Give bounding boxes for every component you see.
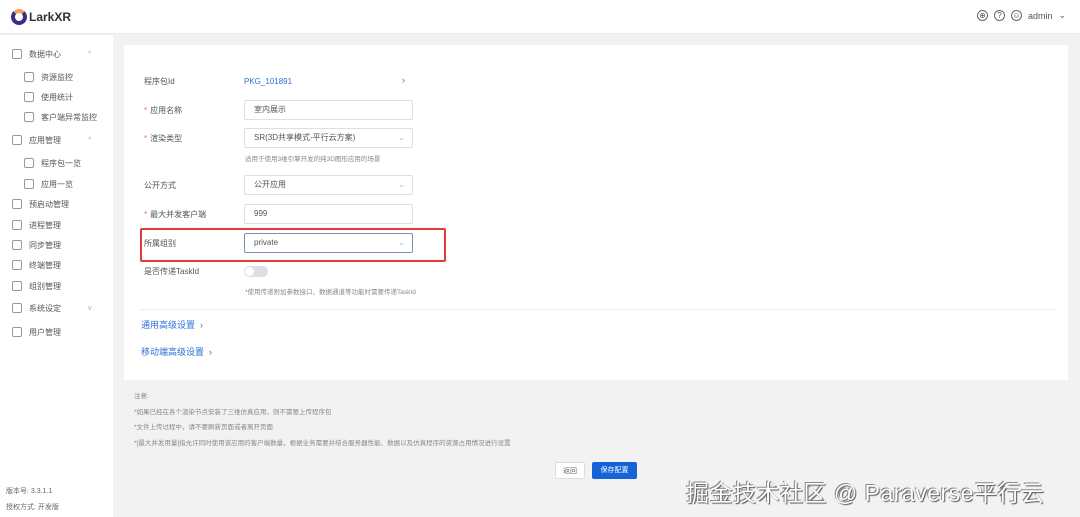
app-name-label: * 应用名称 <box>144 106 183 115</box>
sidebar-item[interactable]: 用户管理 <box>12 325 61 339</box>
help-icon[interactable]: ? <box>993 10 1005 21</box>
sidebar-item[interactable]: 组别管理 <box>12 279 61 293</box>
divider <box>140 309 1056 310</box>
render-type-label: * 渲染类型 <box>144 134 183 143</box>
form-card: 程序包Id PKG_101891 › * 应用名称 室内展示 * 渲染类型 SR(3… <box>124 45 1068 380</box>
menu-icon <box>24 112 34 122</box>
group-label: 所属组别 <box>144 239 176 248</box>
watermark: 掘金技术社区 @ Paraverse平行云 <box>686 480 1045 506</box>
public-select[interactable]: 公开应用 ⌄ <box>244 175 413 195</box>
menu-icon <box>12 49 22 59</box>
package-id-link[interactable]: PKG_101891 <box>244 77 292 86</box>
render-type-select[interactable]: SR(3D共享模式-平行云方案) ⌄ <box>244 128 413 148</box>
chevron-icon[interactable]: ^ <box>88 51 91 58</box>
menu-icon <box>24 92 34 102</box>
globe-icon[interactable]: ⊕ <box>976 10 988 21</box>
menu-icon <box>12 260 22 270</box>
menu-icon <box>12 281 22 291</box>
render-type-hint: 适用于使用3维引擎开发的纯3D图形应用的场景 <box>245 156 381 163</box>
chevron-down-icon: ⌄ <box>398 238 405 247</box>
save-button[interactable]: 保存配置 <box>592 462 637 479</box>
note-item: *[最大并发用量]指允许同时使用该应用的客户端数量，根据业务需要并结合服务器性能… <box>134 440 511 447</box>
menu-icon <box>12 199 22 209</box>
max-clients-label: * 最大并发客户端 <box>144 210 207 219</box>
taskid-toggle[interactable] <box>244 266 268 277</box>
sidebar-item[interactable]: 资源监控 <box>24 70 73 84</box>
menu-icon <box>24 72 34 82</box>
chevron-icon[interactable]: ^ <box>88 137 91 144</box>
menu-icon <box>12 327 22 337</box>
menu-icon <box>12 303 22 313</box>
logo-icon <box>11 9 27 25</box>
sidebar-item[interactable]: 应用管理 ^ <box>12 133 91 147</box>
back-button[interactable]: 返回 <box>555 462 585 479</box>
sidebar-item-label: 资源监控 <box>41 72 73 82</box>
version-text: 版本号: 3.3.1.1 <box>6 488 53 495</box>
menu-icon <box>24 158 34 168</box>
package-id-label: 程序包Id <box>144 77 175 86</box>
chevron-icon[interactable]: v <box>88 305 92 312</box>
sidebar-item[interactable]: 同步管理 <box>12 238 61 252</box>
sidebar-item-label: 程序包一览 <box>41 158 81 168</box>
note-item: *如果已经在各个渲染节点安装了三维仿真应用，则不需要上传程序包 <box>134 409 332 416</box>
sidebar-item-label: 系统设定 <box>29 303 61 313</box>
sidebar-item[interactable]: 预启动管理 <box>12 197 69 211</box>
license-text: 授权方式: 开发版 <box>6 504 59 511</box>
sidebar-item-label: 用户管理 <box>29 327 61 337</box>
sidebar-item[interactable]: 数据中心 ^ <box>12 47 91 61</box>
menu-icon <box>24 179 34 189</box>
sidebar-item[interactable]: 终端管理 <box>12 258 61 272</box>
menu-icon <box>12 220 22 230</box>
public-label: 公开方式 <box>144 181 176 190</box>
sidebar-item[interactable]: 应用一览 <box>24 177 73 191</box>
user-menu[interactable]: admin <box>1028 11 1053 21</box>
menu-icon <box>12 240 22 250</box>
general-advanced-settings[interactable]: 通用高级设置 › <box>141 318 203 331</box>
sidebar-item-label: 同步管理 <box>29 240 61 250</box>
mobile-advanced-settings[interactable]: 移动端高级设置 › <box>141 345 212 358</box>
sidebar-item-label: 组别管理 <box>29 281 61 291</box>
sidebar: 版本号: 3.3.1.1 授权方式: 开发版 数据中心 ^ 资源监控使用统计客户端异… <box>0 35 113 517</box>
sidebar-item[interactable]: 客户端异常监控 <box>24 110 97 124</box>
logo[interactable]: LarkXR <box>11 9 71 25</box>
group-select[interactable]: private ⌄ <box>244 233 413 253</box>
sidebar-item[interactable]: 程序包一览 <box>24 156 81 170</box>
chevron-down-icon[interactable]: ⌄ <box>1058 10 1066 21</box>
brand-name: LarkXR <box>29 10 72 24</box>
sidebar-item-label: 应用一览 <box>41 179 73 189</box>
sidebar-item-label: 预启动管理 <box>29 199 69 209</box>
user-icon[interactable]: ☺ <box>1010 10 1022 21</box>
chevron-down-icon: ⌄ <box>398 133 405 142</box>
chevron-right-icon[interactable]: › <box>402 75 405 85</box>
sidebar-item-label: 使用统计 <box>41 92 73 102</box>
sidebar-item[interactable]: 系统设定 v <box>12 301 92 315</box>
sidebar-item-label: 数据中心 <box>29 49 61 59</box>
note-item: *文件上传过程中，请不要刷新页面或者离开页面 <box>134 424 274 431</box>
taskid-hint: *使用传递附加参数接口、数据通道等功能时需要传递TaskId <box>245 289 416 296</box>
notes-title: 注意: <box>134 393 149 400</box>
top-header: LarkXR ⊕ ? ☺ admin ⌄ <box>0 0 1080 34</box>
sidebar-item-label: 应用管理 <box>29 135 61 145</box>
sidebar-item-label: 终端管理 <box>29 260 61 270</box>
chevron-down-icon: ⌄ <box>398 180 405 189</box>
taskid-label: 是否传递TaskId <box>144 267 200 276</box>
app-name-input[interactable]: 室内展示 <box>244 100 413 120</box>
sidebar-item[interactable]: 进程管理 <box>12 218 61 232</box>
sidebar-item[interactable]: 使用统计 <box>24 90 73 104</box>
menu-icon <box>12 135 22 145</box>
max-clients-input[interactable]: 999 <box>244 204 413 224</box>
sidebar-item-label: 进程管理 <box>29 220 61 230</box>
sidebar-item-label: 客户端异常监控 <box>41 112 97 122</box>
